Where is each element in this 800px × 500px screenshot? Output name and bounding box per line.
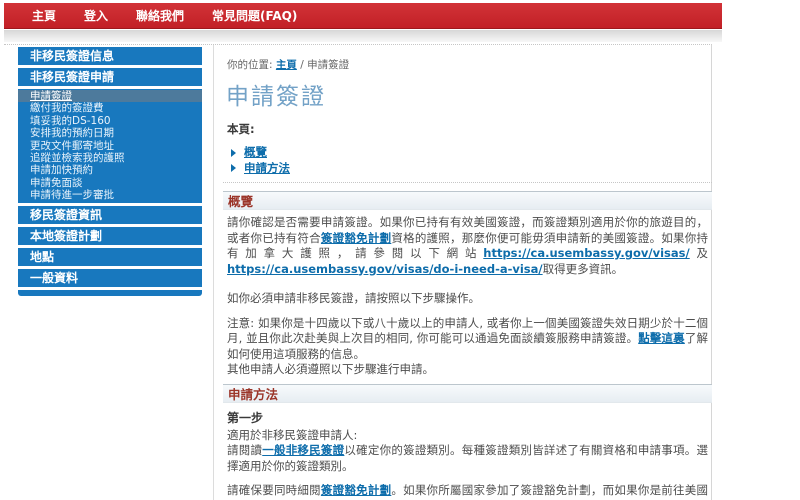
- sidebar-submenu: 申請簽證 繳付我的簽證費 填妥我的DS-160 安排我的預約日期 更改文件郵寄地…: [18, 89, 202, 203]
- sidebar-item-general-info[interactable]: 一般資料: [18, 268, 202, 287]
- nav-item-faq[interactable]: 常見問題(FAQ): [198, 3, 311, 29]
- sidebar-item-niv-info[interactable]: 非移民簽證信息: [18, 47, 202, 65]
- nav-item-contact[interactable]: 聯絡我們: [122, 3, 198, 29]
- sidebar-subitem-track-passport[interactable]: 追蹤並檢索我的護照: [18, 152, 202, 164]
- step1-title: 第一步: [227, 410, 264, 425]
- arrow-bullet-icon: [231, 148, 236, 157]
- sidebar-subitem-expedite[interactable]: 申請加快預約: [18, 164, 202, 176]
- overview-paragraph-1: 請你確認是否需要申請簽證。如果你已持有有效美國簽證，而簽證類別適用於你的旅遊目的…: [223, 215, 712, 277]
- visa-waiver-program-link[interactable]: 簽證豁免計劃: [321, 483, 391, 497]
- header-gradient-strip: [4, 30, 722, 42]
- section-header-overview: 概覽: [223, 191, 712, 210]
- sidebar-item-locations[interactable]: 地點: [18, 247, 202, 266]
- text-run: 取得更多資訊。: [542, 261, 624, 276]
- onpage-link-row: 概覽: [231, 145, 712, 161]
- onpage-link-how-to-apply[interactable]: 申請方法: [244, 161, 290, 177]
- text-run: 其他申請人必須遵照以下步驟進行申請。: [227, 362, 434, 376]
- onpage-link-overview[interactable]: 概覽: [244, 145, 267, 161]
- text-run: 請閱讀: [227, 443, 263, 457]
- top-navbar: 主頁 登入 聯絡我們 常見問題(FAQ): [4, 3, 722, 29]
- sidebar-subitem-apply-visa[interactable]: 申請簽證: [18, 90, 202, 103]
- sidebar-subitem-interview-waiver[interactable]: 申請免面談: [18, 177, 202, 189]
- section-header-how-to-apply: 申請方法: [223, 383, 712, 403]
- step1-intro: 適用於非移民簽證申請人:: [227, 427, 358, 442]
- click-here-link[interactable]: 點擊這裏: [638, 331, 685, 345]
- breadcrumb: 你的位置: 主頁 / 申請簽證: [223, 57, 712, 72]
- embassy-visas-url-link[interactable]: https://ca.usembassy.gov/visas/: [483, 246, 689, 260]
- sidebar-item-local-programs[interactable]: 本地簽證計劃: [18, 226, 202, 245]
- on-this-page-links: 概覽 申請方法: [223, 145, 712, 176]
- page-title: 申請簽證: [226, 84, 326, 110]
- step1-paragraph-1: 請閱讀一般非移民簽證以確定你的簽證類別。每種簽證類別皆詳述了有關資格和申請事項。…: [223, 443, 712, 474]
- text-run: 及: [689, 246, 709, 260]
- arrow-bullet-icon: [231, 164, 236, 173]
- do-i-need-a-visa-url-link[interactable]: https://ca.usembassy.gov/visas/do-i-need…: [227, 262, 543, 276]
- sidebar-subitem-change-address[interactable]: 更改文件郵寄地址: [18, 140, 202, 152]
- main-content: 你的位置: 主頁 / 申請簽證 申請簽證 本頁: 概覽 申請方法 概覽 請你確認…: [223, 44, 712, 500]
- nav-item-login[interactable]: 登入: [70, 3, 122, 29]
- nav-item-home[interactable]: 主頁: [18, 3, 70, 29]
- dotted-divider: [223, 182, 712, 183]
- overview-paragraph-2: 如你必須申請非移民簽證，請按照以下步驟操作。: [227, 291, 480, 305]
- sidebar-menu: 非移民簽證信息 非移民簽證申請 申請簽證 繳付我的簽證費 填妥我的DS-160 …: [18, 47, 202, 296]
- sidebar-subitem-further-review[interactable]: 申請待進一步審批: [18, 189, 202, 201]
- text-run: 請確保要同時細閱: [227, 483, 321, 497]
- page: 主頁 登入 聯絡我們 常見問題(FAQ) 非移民簽證信息 非移民簽證申請 申請簽…: [0, 0, 800, 500]
- sidebar-item-iv-info[interactable]: 移民簽證資訊: [18, 205, 202, 224]
- sidebar-subitem-schedule[interactable]: 安排我的預約日期: [18, 127, 202, 139]
- breadcrumb-separator: /: [296, 59, 308, 71]
- step1-paragraph-2: 請確保要同時細閱簽證豁免計劃。如果你所屬國家參加了簽證豁免計劃，而如果你是前往美…: [223, 483, 712, 500]
- sidebar-item-niv-apply[interactable]: 非移民簽證申請: [18, 68, 202, 86]
- visa-waiver-program-link[interactable]: 簽證豁免計劃: [321, 231, 391, 245]
- sidebar-subitem-pay-fee[interactable]: 繳付我的簽證費: [18, 102, 202, 114]
- on-this-page-label: 本頁:: [227, 122, 255, 136]
- breadcrumb-current: 申請簽證: [307, 59, 350, 71]
- onpage-link-row: 申請方法: [231, 161, 712, 177]
- general-niv-link[interactable]: 一般非移民簽證: [262, 443, 344, 457]
- sidebar-footer-bar: [18, 289, 202, 296]
- overview-note-paragraph: 注意: 如果你是十四歲以下或八十歲以上的申請人, 或者你上一個美國簽證失效日期少…: [223, 316, 712, 378]
- breadcrumb-prefix: 你的位置:: [227, 59, 273, 71]
- breadcrumb-home-link[interactable]: 主頁: [276, 59, 297, 71]
- text-run: 注意: 如果你是十四歲以下或八十歲以上的申請人, 或者你上一個美國簽證失效日期少…: [227, 315, 708, 346]
- sidebar-content-divider: [213, 45, 214, 500]
- sidebar-subitem-ds160[interactable]: 填妥我的DS-160: [18, 115, 202, 127]
